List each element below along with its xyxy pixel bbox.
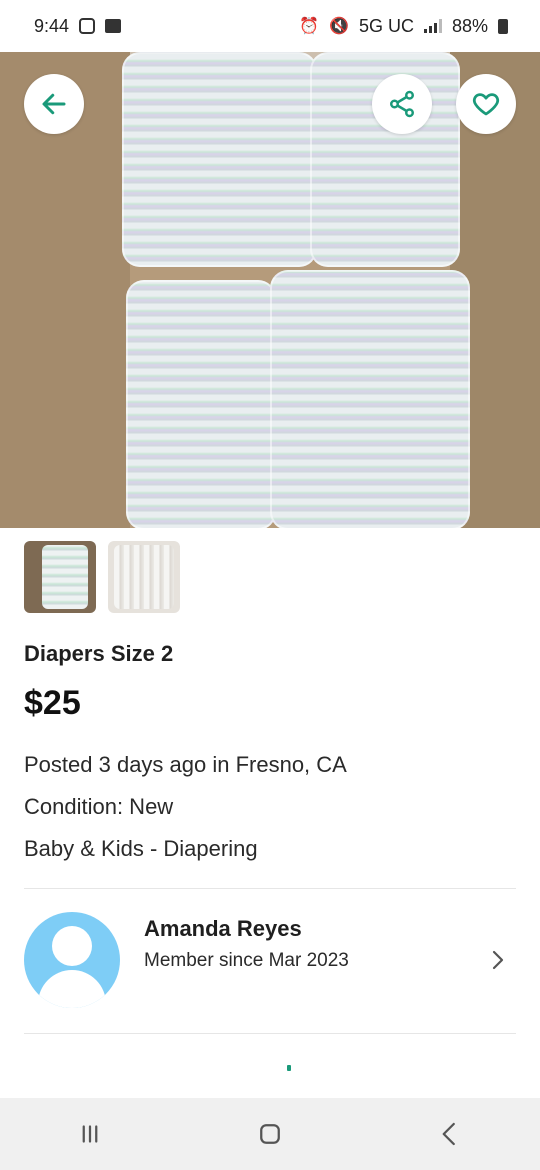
avatar — [24, 912, 120, 1008]
listing-photo[interactable] — [0, 52, 540, 528]
seller-member-since: Member since Mar 2023 — [144, 950, 349, 971]
home-icon — [260, 1124, 280, 1144]
share-button[interactable] — [372, 74, 432, 134]
photo-thumbnails — [24, 541, 180, 613]
diaper-pack — [122, 52, 317, 267]
loading-indicator — [287, 1065, 291, 1071]
system-back-button[interactable] — [420, 1109, 480, 1159]
listing-posted: Posted 3 days ago in Fresno, CA — [24, 752, 347, 777]
diaper-pack — [270, 270, 470, 528]
home-button[interactable] — [240, 1109, 300, 1159]
battery-icon — [498, 18, 508, 34]
gallery-icon — [105, 19, 122, 33]
thumbnail-2[interactable] — [108, 541, 180, 613]
system-nav-bar — [0, 1098, 540, 1170]
divider — [24, 888, 516, 889]
listing-price: $25 — [24, 684, 81, 722]
mute-icon: 🔇 — [329, 18, 349, 35]
signal-icon — [423, 19, 442, 33]
instagram-icon — [79, 18, 96, 34]
avatar-body — [38, 970, 106, 1008]
diaper-pack — [126, 280, 276, 528]
heart-icon — [472, 93, 500, 116]
back-button[interactable] — [24, 74, 84, 134]
seller-name: Amanda Reyes — [144, 916, 302, 941]
battery-percent: 88% — [451, 15, 488, 36]
recent-apps-button[interactable] — [60, 1109, 120, 1159]
alarm-icon: ⏰ — [299, 18, 320, 35]
status-bar: 9:44 ⏰ 🔇 5G UC 88% — [0, 0, 540, 52]
listing-category: Baby & Kids - Diapering — [24, 836, 258, 861]
avatar-head — [52, 926, 92, 966]
favorite-button[interactable] — [456, 74, 516, 134]
network-label: 5G UC — [358, 15, 414, 36]
seller-card[interactable]: Amanda Reyes Member since Mar 2023 — [24, 912, 516, 1012]
listing-condition: Condition: New — [24, 794, 174, 819]
chevron-right-icon — [492, 950, 504, 970]
recent-apps-icon — [82, 1125, 98, 1143]
listing-title: Diapers Size 2 — [24, 641, 174, 666]
divider — [24, 1033, 516, 1034]
thumbnail-1[interactable] — [24, 541, 96, 613]
arrow-left-icon — [42, 93, 66, 115]
chevron-left-icon — [442, 1122, 455, 1146]
share-icon — [390, 90, 414, 118]
status-time: 9:44 — [34, 15, 70, 36]
